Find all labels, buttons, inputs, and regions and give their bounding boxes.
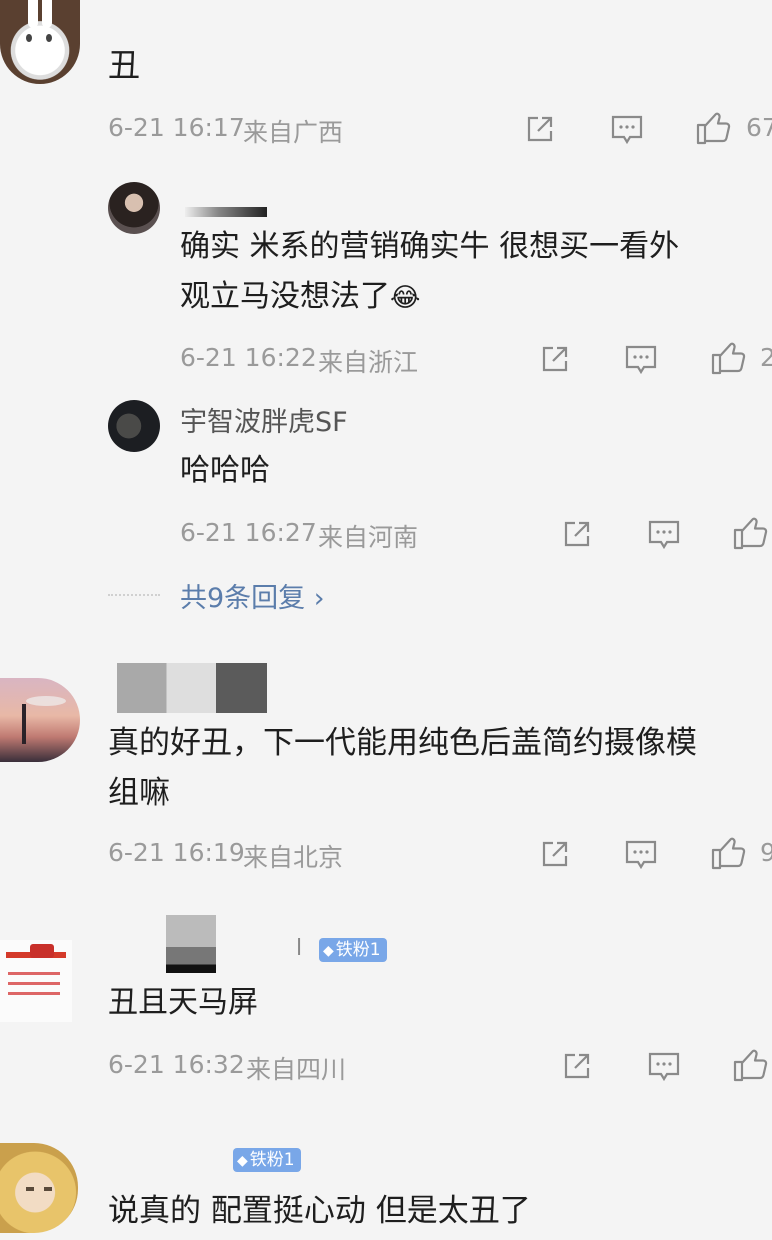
comment-timestamp: 6-21 16:32 (108, 1050, 245, 1079)
comment-icon[interactable] (647, 1050, 681, 1086)
share-icon[interactable] (561, 1050, 593, 1086)
share-icon[interactable] (524, 113, 556, 149)
avatar[interactable] (0, 0, 80, 84)
comment-text: 丑且天马屏 (108, 985, 258, 1020)
reply-text-line2-content: 观立马没想法了 (180, 279, 390, 314)
comment-icon[interactable] (610, 113, 644, 149)
comment-icon[interactable] (624, 343, 658, 379)
comment-text-line1: 真的好丑，下一代能用纯色后盖简约摄像模 (108, 725, 697, 761)
avatar[interactable] (0, 940, 72, 1022)
username[interactable]: 宇智波胖虎SF (180, 400, 348, 439)
fan-badge-label: 铁粉1 (249, 1150, 295, 1170)
reply-timestamp: 6-21 16:27 (180, 518, 317, 547)
reply-location: 来自浙江 (318, 348, 419, 377)
username-redacted (117, 663, 267, 713)
comment-location: 来自广西 (243, 118, 344, 147)
username-fragment: l (296, 936, 303, 961)
reply-text: 哈哈哈 (180, 453, 270, 488)
avatar[interactable] (0, 678, 80, 762)
comment-icon[interactable] (624, 838, 658, 874)
diamond-icon: ◆ (237, 1153, 248, 1169)
reply-text-line2: 观立马没想法了😂 (180, 272, 420, 323)
reply-location: 来自河南 (318, 523, 419, 552)
comment-timestamp: 6-21 16:19 (108, 838, 245, 867)
comment-text: 丑 (108, 46, 141, 84)
comment-location: 来自北京 (243, 843, 344, 872)
like-count: 9 (760, 838, 772, 867)
thumbs-up-icon[interactable] (695, 110, 731, 150)
avatar[interactable] (0, 1143, 78, 1233)
thumbs-up-icon[interactable] (732, 1047, 768, 1087)
laugh-cry-emoji: 😂 (390, 283, 421, 313)
comment-location: 来自四川 (246, 1055, 347, 1084)
username-redacted (185, 207, 267, 217)
comment-text-line2: 组嘛 (108, 775, 170, 811)
fan-badge-label: 铁粉1 (335, 940, 381, 960)
thumbs-up-icon[interactable] (732, 515, 768, 555)
like-count: 2 (760, 343, 772, 372)
share-icon[interactable] (539, 838, 571, 874)
comment-text: 说真的 配置挺心动 但是太丑了 (108, 1193, 531, 1229)
fan-badge: ◆ 铁粉1 (233, 1148, 301, 1172)
avatar[interactable] (108, 182, 160, 234)
like-count: 67 (746, 113, 772, 142)
reply-text-line1: 确实 米系的营销确实牛 很想买一看外 (180, 229, 680, 264)
reply-timestamp: 6-21 16:22 (180, 343, 317, 372)
more-replies-link[interactable]: 共9条回复 › (180, 576, 325, 615)
diamond-icon: ◆ (323, 943, 334, 959)
fan-badge: ◆ 铁粉1 (319, 938, 387, 962)
comment-icon[interactable] (647, 518, 681, 554)
thumbs-up-icon[interactable] (710, 835, 746, 875)
comment-timestamp: 6-21 16:17 (108, 113, 245, 142)
avatar[interactable] (108, 400, 160, 452)
username-redacted (166, 915, 216, 973)
share-icon[interactable] (561, 518, 593, 554)
thumbs-up-icon[interactable] (710, 340, 746, 380)
share-icon[interactable] (539, 343, 571, 379)
divider-dots (108, 594, 160, 596)
